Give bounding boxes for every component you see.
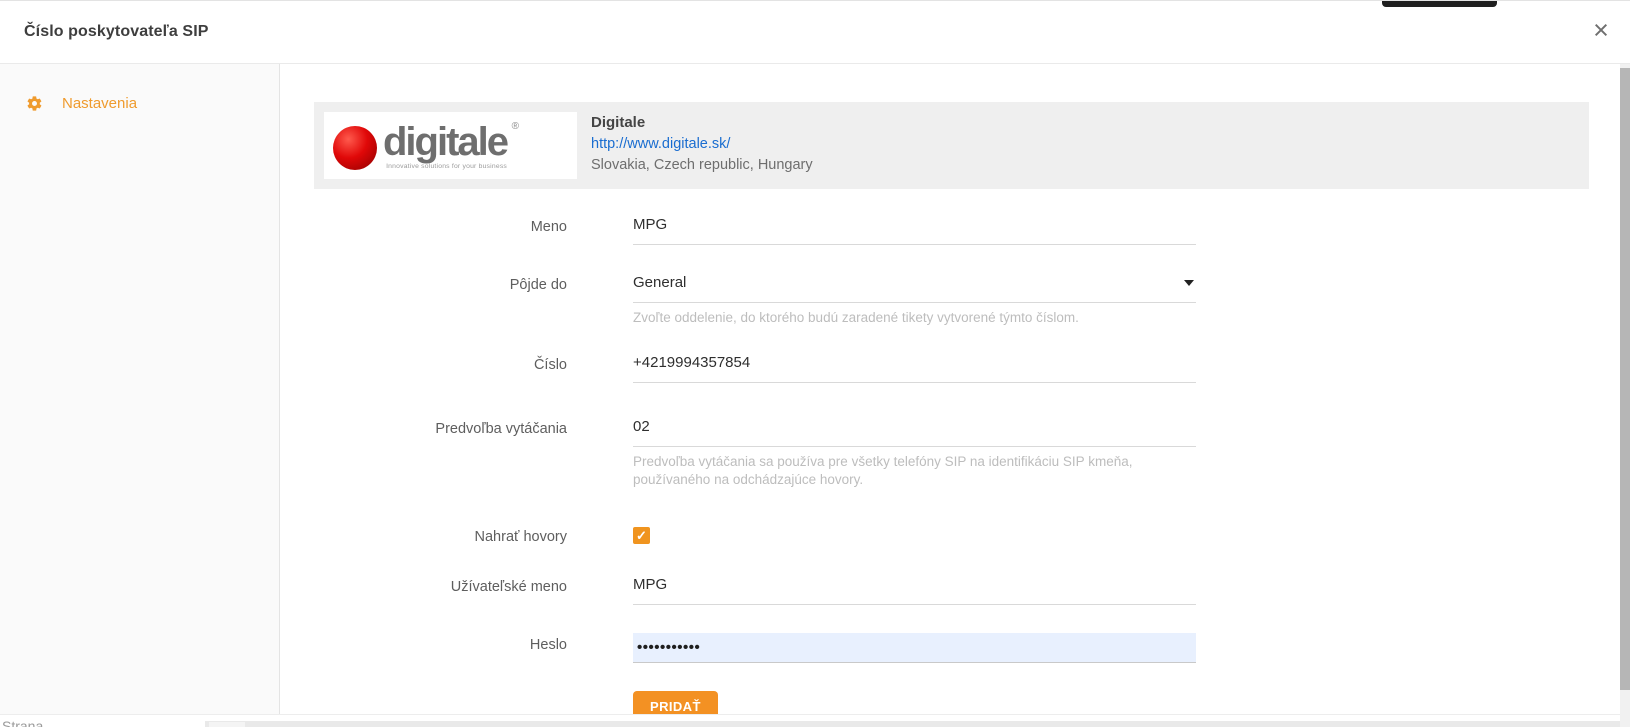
dialog-title: Číslo poskytovateľa SIP: [24, 23, 209, 41]
registered-trademark-glyph: ®: [512, 121, 519, 132]
background-pagination-button: [209, 722, 245, 727]
scrollbar-thumb[interactable]: [1620, 68, 1630, 690]
field-label: Číslo: [314, 353, 567, 375]
digitale-logo-ball-icon: [333, 126, 377, 170]
provider-card: digitale ® Innovative solutions for your…: [314, 102, 1589, 189]
form-row-predvolba: Predvoľba vytáčania 02 Predvoľba vytáčan…: [314, 417, 1630, 489]
gear-icon: [26, 95, 43, 112]
cislo-input[interactable]: +4219994357854: [633, 353, 1196, 383]
provider-countries: Slovakia, Czech republic, Hungary: [591, 155, 813, 175]
form-row-pojde-do: Pôjde do General Zvoľte oddelenie, do kt…: [314, 273, 1630, 327]
dialog-header: Číslo poskytovateľa SIP ×: [0, 1, 1630, 64]
close-icon[interactable]: ×: [1586, 13, 1616, 47]
logo-wordmark: digitale: [383, 122, 507, 162]
browser-overlay-bar: [1382, 1, 1497, 7]
username-input[interactable]: MPG: [633, 575, 1196, 605]
sidebar-item-label: Nastavenia: [62, 95, 137, 112]
sidebar-item-nastavenia[interactable]: Nastavenia: [0, 95, 279, 112]
form-row-heslo: Heslo •••••••••••: [314, 633, 1630, 663]
dialog-body: Nastavenia digitale ® Innovative solutio…: [0, 64, 1630, 714]
background-pagination-bar: [205, 721, 1630, 727]
logo-tagline: Innovative solutions for your business: [383, 163, 507, 170]
department-select-value: General: [633, 274, 686, 291]
provider-name: Digitale: [591, 113, 813, 133]
field-label: Heslo: [314, 633, 567, 655]
form-row-cislo: Číslo +4219994357854: [314, 353, 1630, 383]
background-page-label: Strana: [2, 718, 43, 727]
record-calls-checkbox[interactable]: ✓: [633, 527, 650, 544]
field-label: Meno: [314, 215, 567, 237]
provider-info: Digitale http://www.digitale.sk/ Slovaki…: [591, 112, 813, 179]
form-row-uzivatelske-meno: Užívateľské meno MPG: [314, 575, 1630, 605]
field-helper-text: Zvoľte oddelenie, do ktorého budú zarade…: [633, 309, 1196, 327]
settings-content: digitale ® Innovative solutions for your…: [280, 64, 1630, 714]
provider-url-link[interactable]: http://www.digitale.sk/: [591, 134, 813, 154]
department-select[interactable]: General: [633, 273, 1196, 303]
sidebar: Nastavenia: [0, 64, 280, 714]
sip-provider-dialog: Číslo poskytovateľa SIP × Nastavenia dig…: [0, 0, 1630, 727]
chevron-down-icon: [1184, 280, 1194, 286]
field-label: Predvoľba vytáčania: [314, 417, 567, 439]
form-row-meno: Meno MPG: [314, 215, 1630, 245]
scrollbar-track[interactable]: [1620, 64, 1630, 727]
field-label: Pôjde do: [314, 273, 567, 295]
field-label: Užívateľské meno: [314, 575, 567, 597]
form-row-nahrat-hovory: Nahrať hovory ✓: [314, 525, 1630, 547]
meno-input[interactable]: MPG: [633, 215, 1196, 245]
field-label: Nahrať hovory: [314, 525, 567, 547]
password-input[interactable]: •••••••••••: [633, 633, 1196, 663]
predvolba-input[interactable]: 02: [633, 417, 1196, 447]
background-page-strip: Strana: [0, 714, 1630, 727]
field-helper-text: Predvoľba vytáčania sa používa pre všetk…: [633, 453, 1196, 489]
provider-logo: digitale ® Innovative solutions for your…: [324, 112, 577, 179]
